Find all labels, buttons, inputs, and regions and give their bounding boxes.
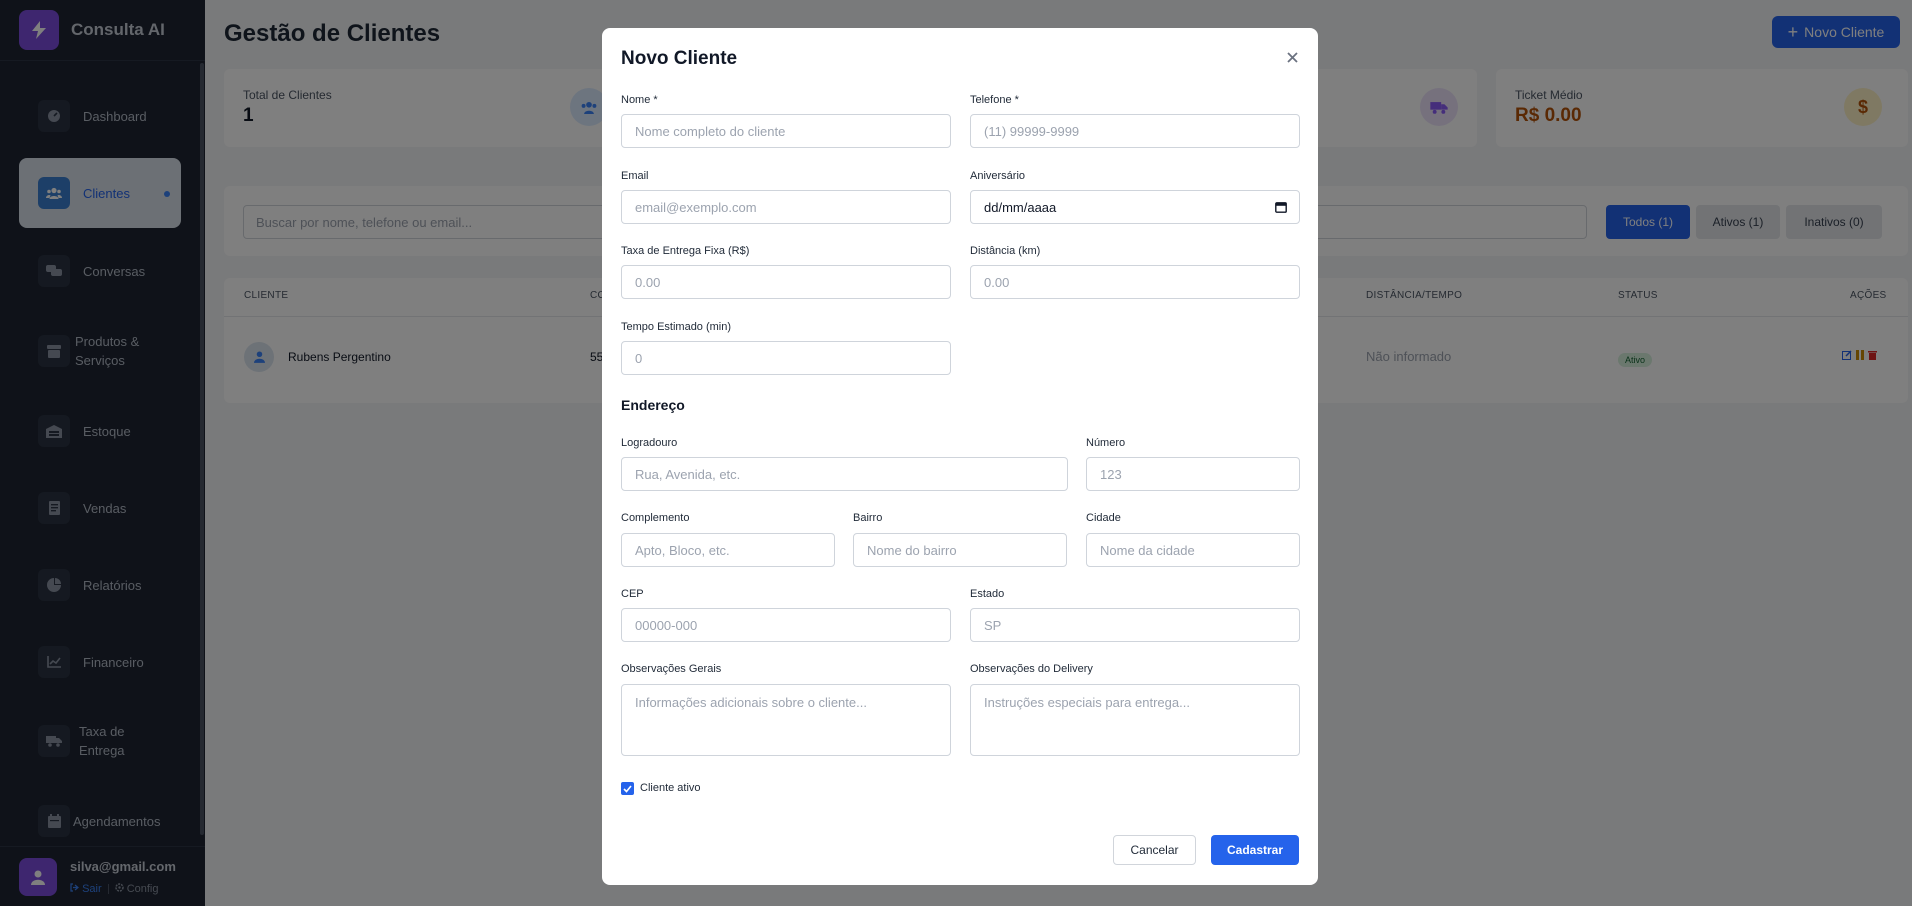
modal-title: Novo Cliente [621, 48, 738, 69]
general-notes-textarea[interactable]: Informações adicionais sobre o cliente..… [621, 684, 951, 756]
zipcode-input[interactable]: 00000-000 [621, 608, 951, 642]
city-input[interactable]: Nome da cidade [1086, 533, 1300, 567]
delivery-notes-textarea[interactable]: Instruções especiais para entrega... [970, 684, 1300, 756]
field-label: Nome * [621, 94, 658, 106]
active-checkbox[interactable] [621, 782, 634, 795]
street-input[interactable]: Rua, Avenida, etc. [621, 457, 1068, 491]
phone-input[interactable]: (11) 99999-9999 [970, 114, 1300, 148]
neighborhood-input[interactable]: Nome do bairro [853, 533, 1067, 567]
field-label: Tempo Estimado (min) [621, 321, 732, 333]
cancel-button[interactable]: Cancelar [1113, 835, 1196, 865]
field-label: Distância (km) [970, 245, 1041, 257]
field-label: Observações Gerais [621, 663, 722, 675]
field-label: Cidade [1086, 512, 1121, 524]
close-icon[interactable] [1281, 46, 1303, 68]
active-checkbox-label[interactable]: Cliente ativo [640, 782, 701, 794]
submit-button[interactable]: Cadastrar [1211, 835, 1299, 865]
field-label: Telefone * [970, 94, 1019, 106]
state-input[interactable]: SP [970, 608, 1300, 642]
birthday-value: dd/mm/aaaa [984, 199, 1057, 215]
distance-input[interactable]: 0.00 [970, 265, 1300, 299]
field-label: Complemento [621, 512, 690, 524]
name-input[interactable]: Nome completo do cliente [621, 114, 951, 148]
calendar-icon[interactable] [1275, 201, 1287, 213]
birthday-input[interactable]: dd/mm/aaaa [970, 190, 1300, 224]
field-label: Aniversário [970, 170, 1026, 182]
estimated-time-input[interactable]: 0 [621, 341, 951, 375]
field-label: CEP [621, 588, 644, 600]
field-label: Email [621, 170, 649, 182]
check-icon [623, 784, 632, 793]
field-label: Número [1086, 437, 1126, 449]
field-label: Logradouro [621, 437, 678, 449]
field-label: Observações do Delivery [970, 663, 1093, 675]
address-section-title: Endereço [621, 397, 685, 413]
field-label: Taxa de Entrega Fixa (R$) [621, 245, 750, 257]
email-input[interactable]: email@exemplo.com [621, 190, 951, 224]
field-label: Estado [970, 588, 1005, 600]
complement-input[interactable]: Apto, Bloco, etc. [621, 533, 835, 567]
number-input[interactable]: 123 [1086, 457, 1300, 491]
new-client-modal: Novo Cliente Nome * Nome completo do cli… [602, 28, 1318, 885]
delivery-fee-input[interactable]: 0.00 [621, 265, 951, 299]
field-label: Bairro [853, 512, 883, 524]
